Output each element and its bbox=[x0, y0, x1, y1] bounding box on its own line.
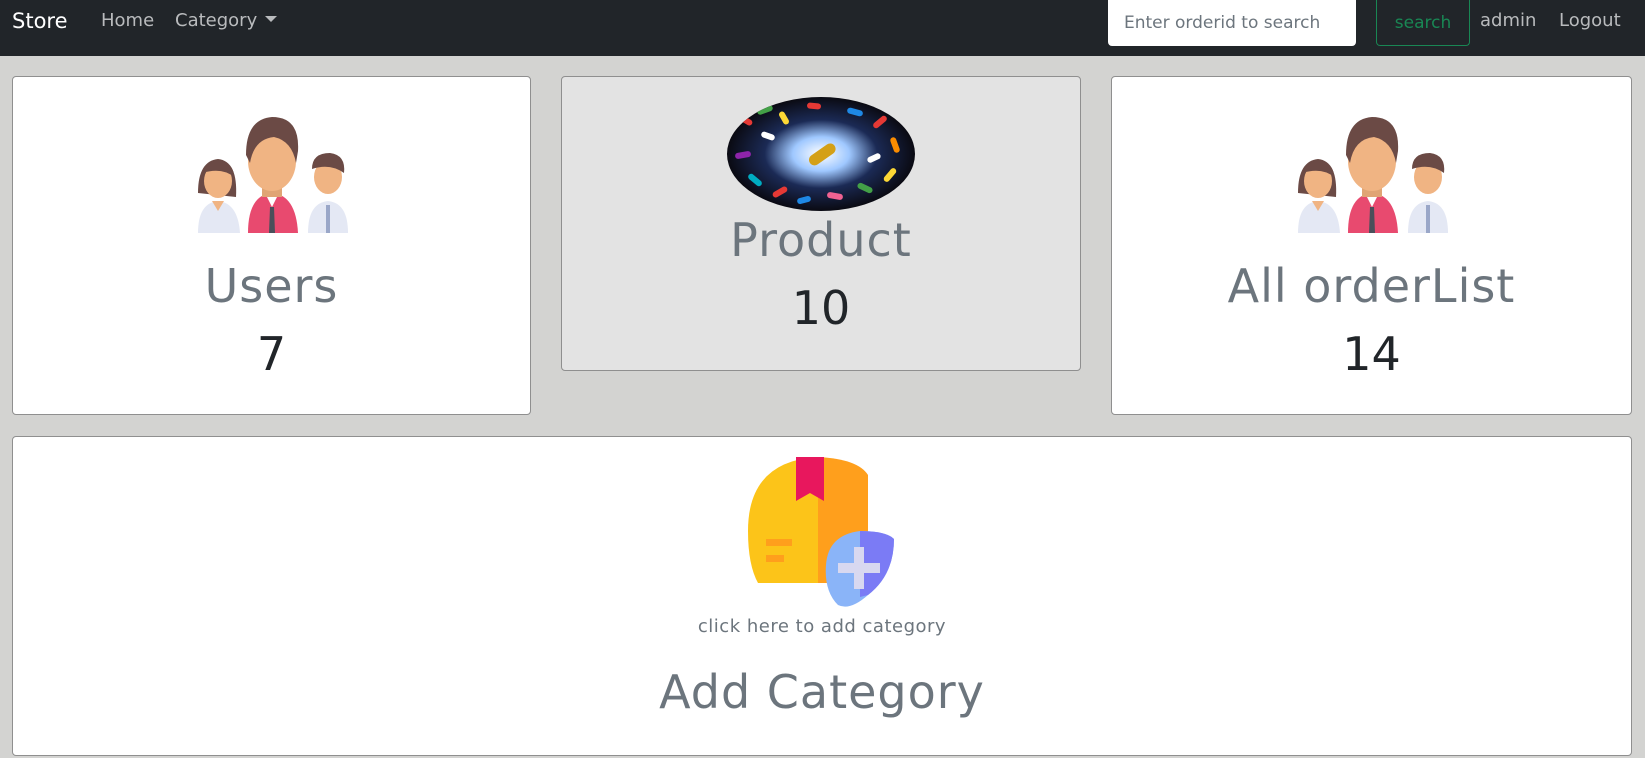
product-title: Product bbox=[730, 213, 912, 267]
caret-down-icon bbox=[265, 16, 278, 22]
add-category-title: Add Category bbox=[659, 665, 985, 719]
orders-count: 14 bbox=[1342, 327, 1401, 381]
users-group-icon bbox=[197, 117, 348, 233]
nav-logout-link[interactable]: Logout bbox=[1559, 10, 1621, 31]
users-group-icon bbox=[1297, 117, 1448, 233]
top-navbar: Store Home Category search admin Logout bbox=[0, 0, 1645, 56]
nav-category-label: Category bbox=[175, 10, 258, 31]
orders-title: All orderList bbox=[1227, 259, 1516, 313]
add-category-card[interactable]: click here to add category Add Category bbox=[12, 436, 1632, 756]
product-card[interactable]: Product 10 bbox=[561, 76, 1081, 371]
add-category-hint: click here to add category bbox=[697, 616, 947, 637]
users-card[interactable]: Users 7 bbox=[12, 76, 531, 415]
order-search-input[interactable] bbox=[1108, 0, 1356, 46]
orders-card[interactable]: All orderList 14 bbox=[1111, 76, 1632, 415]
users-title: Users bbox=[204, 259, 339, 313]
pills-image bbox=[727, 97, 915, 211]
add-category-box-icon bbox=[748, 457, 894, 607]
nav-admin-link[interactable]: admin bbox=[1480, 10, 1536, 31]
nav-category-dropdown[interactable]: Category bbox=[175, 10, 278, 31]
search-button[interactable]: search bbox=[1376, 0, 1470, 46]
brand-link[interactable]: Store bbox=[12, 9, 68, 33]
product-count: 10 bbox=[791, 281, 851, 335]
nav-home-link[interactable]: Home bbox=[101, 10, 154, 31]
users-count: 7 bbox=[256, 327, 287, 381]
